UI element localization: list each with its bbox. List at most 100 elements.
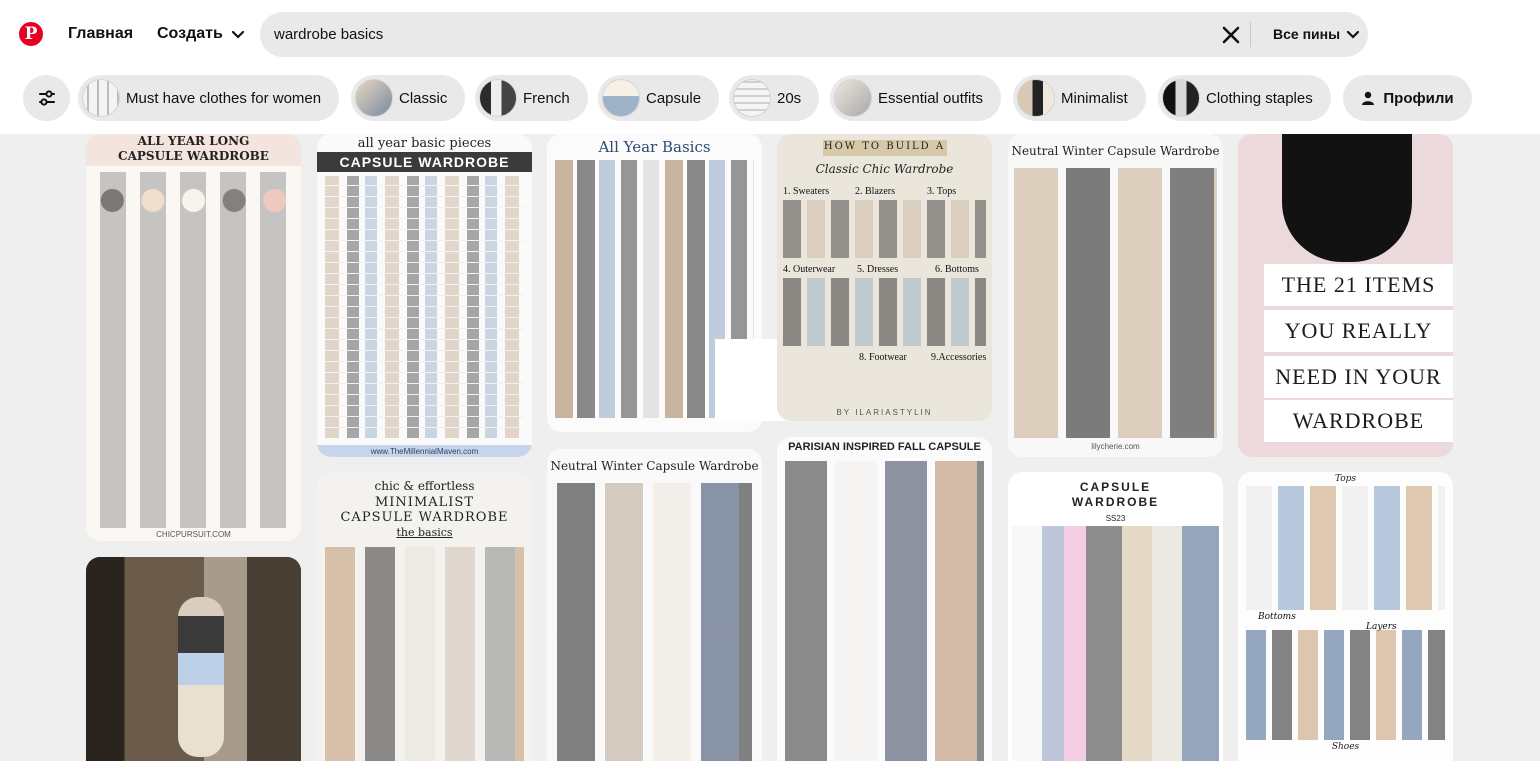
section-label: Bottoms <box>1258 612 1296 622</box>
close-icon[interactable] <box>1220 24 1242 46</box>
pin-feed: ALL YEAR LONG CAPSULE WARDROBE CHICPURSU… <box>0 134 1540 761</box>
pin-subtitle: chic & effortless <box>374 479 475 493</box>
top-header: P Главная Создать Все пины <box>0 0 1540 68</box>
pin-image <box>1012 526 1219 761</box>
pin-card[interactable]: all year basic pieces CAPSULE WARDROBE w… <box>317 134 532 457</box>
pin-image <box>1014 168 1217 438</box>
pin-image <box>1246 486 1445 610</box>
pin-source: lilycherie.com <box>1091 442 1140 451</box>
pin-card[interactable]: Neutral Winter Capsule Wardrobe <box>547 449 762 761</box>
pin-source: CHICPURSUIT.COM <box>156 530 231 539</box>
pin-card[interactable]: PARISIAN INSPIRED FALL CAPSULE <box>777 437 992 761</box>
pin-title: Neutral Winter Capsule Wardrobe <box>1011 144 1220 158</box>
chip-thumbnail <box>733 79 771 117</box>
nav-create-label: Создать <box>157 25 223 42</box>
pin-title: ALL YEAR LONG CAPSULE WARDROBE <box>118 134 269 163</box>
pin-headline-line: WARDROBE <box>1264 400 1453 442</box>
section-label: Tops <box>1334 474 1357 484</box>
pin-credit: BY ILARIASTYLIN <box>836 408 933 417</box>
pin-title: All Year Basics <box>598 138 711 156</box>
pin-image <box>785 461 984 761</box>
section-label: 3. Tops <box>927 186 957 197</box>
nav-home-link[interactable]: Главная <box>68 25 133 43</box>
search-scope-label: Все пины <box>1273 26 1341 42</box>
section-label: Shoes <box>1331 742 1360 752</box>
tank-top-image <box>1282 134 1412 262</box>
chip-french[interactable]: French <box>475 75 588 121</box>
section-label: 6. Bottoms <box>935 264 979 275</box>
profiles-label: Профили <box>1383 89 1454 107</box>
section-label: 4. Outerwear <box>783 264 836 275</box>
pin-headline-line: THE 21 ITEMS <box>1264 264 1453 306</box>
filters-button[interactable] <box>23 75 70 121</box>
chip-label: Clothing staples <box>1206 89 1313 107</box>
pin-title: CAPSULE WARDROBE <box>1071 480 1160 509</box>
chip-thumbnail <box>834 79 872 117</box>
pin-title: MINIMALIST CAPSULE WARDROBE <box>340 495 509 525</box>
pin-card[interactable]: chic & effortless MINIMALIST CAPSULE WAR… <box>317 473 532 761</box>
section-label: 2. Blazers <box>855 186 895 197</box>
section-label: 1. Sweaters <box>783 186 830 197</box>
pin-season: SS23 <box>1105 514 1126 523</box>
pinterest-logo-icon[interactable]: P <box>19 22 43 46</box>
pin-card[interactable] <box>86 557 301 761</box>
search-bar: Все пины <box>260 12 1368 57</box>
pin-card[interactable]: Neutral Winter Capsule Wardrobe lilycher… <box>1008 134 1223 457</box>
pin-image <box>325 547 524 761</box>
nav-create-menu[interactable]: Создать <box>157 25 245 43</box>
pin-title: Classic Chic Wardrobe <box>815 162 954 176</box>
chip-thumbnail <box>602 79 640 117</box>
person-figure <box>178 597 224 757</box>
chip-thumbnail <box>82 79 120 117</box>
chip-thumbnail <box>1017 79 1055 117</box>
chip-thumbnail <box>1162 79 1200 117</box>
chip-20s[interactable]: 20s <box>729 75 820 121</box>
pin-subtitle: all year basic pieces <box>357 136 492 151</box>
section-label: 9.Accessories <box>931 352 987 363</box>
chip-must-have-clothes[interactable]: Must have clothes for women <box>78 75 340 121</box>
pin-headline-line: YOU REALLY <box>1264 310 1453 352</box>
pin-card[interactable]: HOW TO BUILD A Classic Chic Wardrobe 1. … <box>777 134 992 421</box>
sliders-icon <box>38 90 55 106</box>
chip-label: Classic <box>399 89 448 107</box>
pin-card[interactable]: THE 21 ITEMS YOU REALLY NEED IN YOUR WAR… <box>1238 134 1453 457</box>
pin-title-band: CAPSULE WARDROBE <box>317 152 532 172</box>
pin-image <box>557 483 752 761</box>
chip-label: Minimalist <box>1061 89 1128 107</box>
pin-image <box>783 200 986 258</box>
pin-card[interactable]: Tops Bottoms Layers Shoes <box>1238 472 1453 761</box>
pin-title: Neutral Winter Capsule Wardrobe <box>550 459 759 473</box>
chip-label: Capsule <box>646 89 702 107</box>
chip-label: 20s <box>777 89 802 107</box>
pin-image <box>783 278 986 346</box>
pin-tag: the basics <box>396 526 453 539</box>
section-label: 8. Footwear <box>859 352 907 363</box>
chevron-down-icon <box>231 30 244 39</box>
pin-title: PARISIAN INSPIRED FALL CAPSULE <box>788 441 981 453</box>
chip-label: French <box>523 89 570 107</box>
pin-headline-line: NEED IN YOUR <box>1264 356 1453 398</box>
chip-capsule[interactable]: Capsule <box>598 75 720 121</box>
chip-essential-outfits[interactable]: Essential outfits <box>830 75 1002 121</box>
person-icon <box>1362 91 1375 105</box>
chip-clothing-staples[interactable]: Clothing staples <box>1158 75 1331 121</box>
chip-label: Must have clothes for women <box>126 89 322 107</box>
pin-band-label: HOW TO BUILD A <box>823 141 946 152</box>
chip-minimalist[interactable]: Minimalist <box>1013 75 1146 121</box>
chevron-down-icon <box>1346 30 1360 39</box>
pin-card[interactable]: CAPSULE WARDROBE SS23 <box>1008 472 1223 761</box>
pin-card[interactable]: ALL YEAR LONG CAPSULE WARDROBE CHICPURSU… <box>86 134 301 541</box>
chip-classic[interactable]: Classic <box>351 75 466 121</box>
search-divider <box>1250 22 1251 47</box>
pin-source: www.TheMillennialMaven.com <box>370 447 479 456</box>
pin-image <box>325 176 524 438</box>
search-scope-dropdown[interactable]: Все пины <box>1273 26 1360 42</box>
section-label: 5. Dresses <box>857 264 899 275</box>
chip-label: Essential outfits <box>878 89 984 107</box>
profiles-button[interactable]: Профили <box>1343 75 1472 121</box>
chip-thumbnail <box>479 79 517 117</box>
chip-thumbnail <box>355 79 393 117</box>
pin-image <box>1246 630 1445 740</box>
pin-image <box>92 172 295 528</box>
search-input[interactable] <box>274 12 1174 57</box>
